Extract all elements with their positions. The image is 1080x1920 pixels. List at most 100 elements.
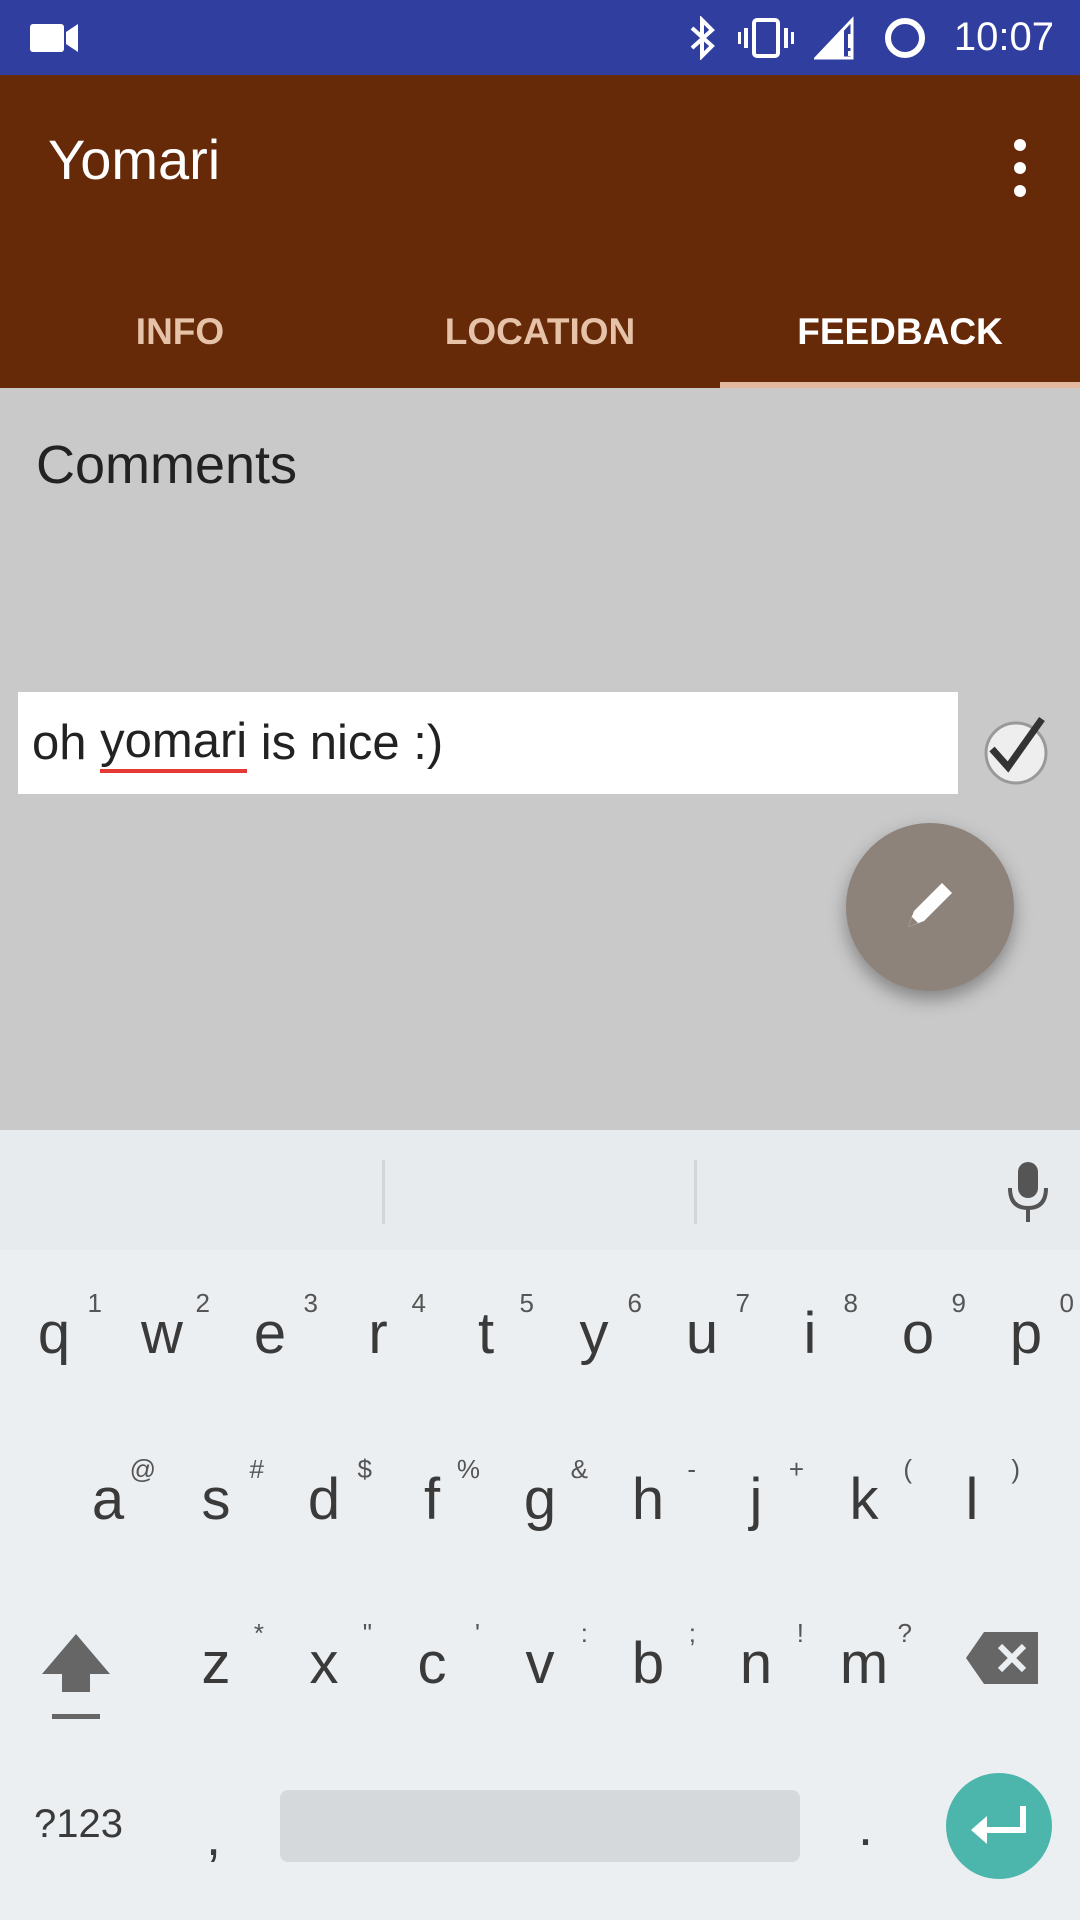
key-letter: p — [1009, 1301, 1043, 1366]
key-hint: 8 — [843, 1288, 858, 1318]
key-hint: ; — [688, 1618, 696, 1648]
key-hint: $ — [357, 1454, 372, 1484]
key-t[interactable]: t5 — [456, 1288, 534, 1367]
period-key[interactable]: . — [858, 1796, 873, 1858]
key-hint: 0 — [1059, 1288, 1074, 1318]
key-hint: ) — [1011, 1454, 1020, 1484]
key-hint: 4 — [411, 1288, 426, 1318]
video-icon — [30, 0, 80, 75]
key-e[interactable]: e3 — [240, 1288, 318, 1367]
app-title: Yomari — [48, 128, 221, 191]
bluetooth-icon — [688, 0, 718, 75]
key-letter: u — [685, 1301, 719, 1366]
key-w[interactable]: w2 — [132, 1288, 210, 1367]
comment-text-suffix: is nice :) — [247, 716, 444, 770]
suggestion-strip — [0, 1130, 1080, 1250]
vibrate-icon — [738, 0, 794, 75]
key-hint: 7 — [735, 1288, 750, 1318]
shift-icon[interactable] — [38, 1630, 114, 1727]
check-icon[interactable] — [978, 713, 1050, 785]
more-vert-icon[interactable] — [1000, 133, 1040, 203]
key-d[interactable]: d $ — [294, 1454, 372, 1533]
key-hint: 2 — [195, 1288, 210, 1318]
key-hint: % — [456, 1454, 480, 1484]
status-bar: 10:07 — [0, 0, 1080, 75]
key-k[interactable]: k( — [834, 1454, 913, 1533]
key-hint: + — [788, 1454, 804, 1484]
key-b[interactable]: b; — [618, 1618, 696, 1697]
key-s[interactable]: s # — [186, 1454, 265, 1533]
key-letter: k — [849, 1467, 879, 1532]
comments-heading: Comments — [36, 435, 298, 495]
key-letter: x — [309, 1631, 339, 1696]
key-i[interactable]: i8 — [780, 1288, 858, 1367]
comment-input[interactable]: oh yomari is nice :) — [18, 692, 958, 794]
key-letter: j — [749, 1467, 763, 1532]
key-hint: 6 — [627, 1288, 642, 1318]
key-q[interactable]: q1 — [24, 1288, 102, 1367]
key-letter: r — [368, 1301, 388, 1366]
mic-icon[interactable] — [1006, 1160, 1050, 1224]
key-letter: o — [901, 1301, 935, 1366]
key-letter: l — [965, 1467, 979, 1532]
pencil-icon — [900, 875, 960, 940]
key-x[interactable]: x " — [294, 1618, 373, 1697]
key-m[interactable]: m? — [834, 1618, 912, 1697]
key-h[interactable]: h- — [618, 1454, 696, 1533]
signal-icon — [814, 0, 858, 75]
key-l[interactable]: l) — [942, 1454, 1020, 1533]
edit-fab[interactable] — [846, 823, 1014, 991]
key-letter: m — [839, 1631, 889, 1696]
key-hint: & — [570, 1454, 588, 1484]
comment-text-prefix: oh — [32, 716, 101, 770]
misspelled-word: yomari — [100, 713, 248, 773]
key-hint: * — [253, 1618, 264, 1648]
key-f[interactable]: f% — [402, 1454, 480, 1533]
key-o[interactable]: o9 — [888, 1288, 966, 1367]
key-hint: 3 — [303, 1288, 318, 1318]
key-hint: 9 — [951, 1288, 966, 1318]
tab-feedback[interactable]: FEEDBACK — [720, 275, 1080, 388]
key-letter: f — [423, 1467, 441, 1532]
key-z[interactable]: z * — [186, 1618, 265, 1697]
sync-icon — [882, 0, 928, 75]
enter-key[interactable] — [946, 1773, 1052, 1879]
key-letter: w — [141, 1301, 183, 1366]
key-y[interactable]: y6 — [564, 1288, 643, 1367]
key-r[interactable]: r4 — [348, 1288, 426, 1367]
key-c[interactable]: c ' — [402, 1618, 481, 1697]
comma-key[interactable]: , — [206, 1806, 221, 1868]
key-letter: s — [201, 1467, 231, 1532]
clock: 10:07 — [953, 15, 1054, 59]
key-v[interactable]: v: — [510, 1618, 589, 1697]
key-p[interactable]: p0 — [996, 1288, 1074, 1367]
feedback-content: Comments oh yomari is nice :) — [0, 388, 1080, 1130]
space-bar[interactable] — [280, 1790, 800, 1862]
key-n[interactable]: n! — [726, 1618, 804, 1697]
key-letter: c — [417, 1631, 447, 1696]
enter-icon — [969, 1802, 1029, 1851]
key-letter: i — [803, 1301, 817, 1366]
key-g[interactable]: g & — [510, 1454, 588, 1533]
key-letter: g — [523, 1467, 557, 1532]
key-hint: @ — [129, 1454, 156, 1484]
key-hint: # — [249, 1454, 264, 1484]
tab-location[interactable]: LOCATION — [360, 275, 720, 388]
key-hint: ' — [475, 1618, 480, 1648]
tab-bar: INFO LOCATION FEEDBACK — [0, 275, 1080, 388]
backspace-icon[interactable] — [966, 1630, 1040, 1691]
key-a[interactable]: a @ — [78, 1454, 156, 1533]
key-hint: ? — [897, 1618, 912, 1648]
key-letter: y — [579, 1301, 609, 1366]
key-letter: n — [739, 1631, 773, 1696]
suggestion-divider — [382, 1160, 385, 1224]
symbols-key[interactable]: ?123 — [34, 1802, 123, 1847]
key-letter: d — [307, 1467, 341, 1532]
key-j[interactable]: j + — [726, 1454, 804, 1533]
tab-info[interactable]: INFO — [0, 275, 360, 388]
key-hint: " — [362, 1618, 372, 1648]
key-hint: - — [687, 1454, 696, 1484]
key-hint: 1 — [87, 1288, 102, 1318]
key-letter: t — [477, 1301, 495, 1366]
key-u[interactable]: u7 — [672, 1288, 750, 1367]
